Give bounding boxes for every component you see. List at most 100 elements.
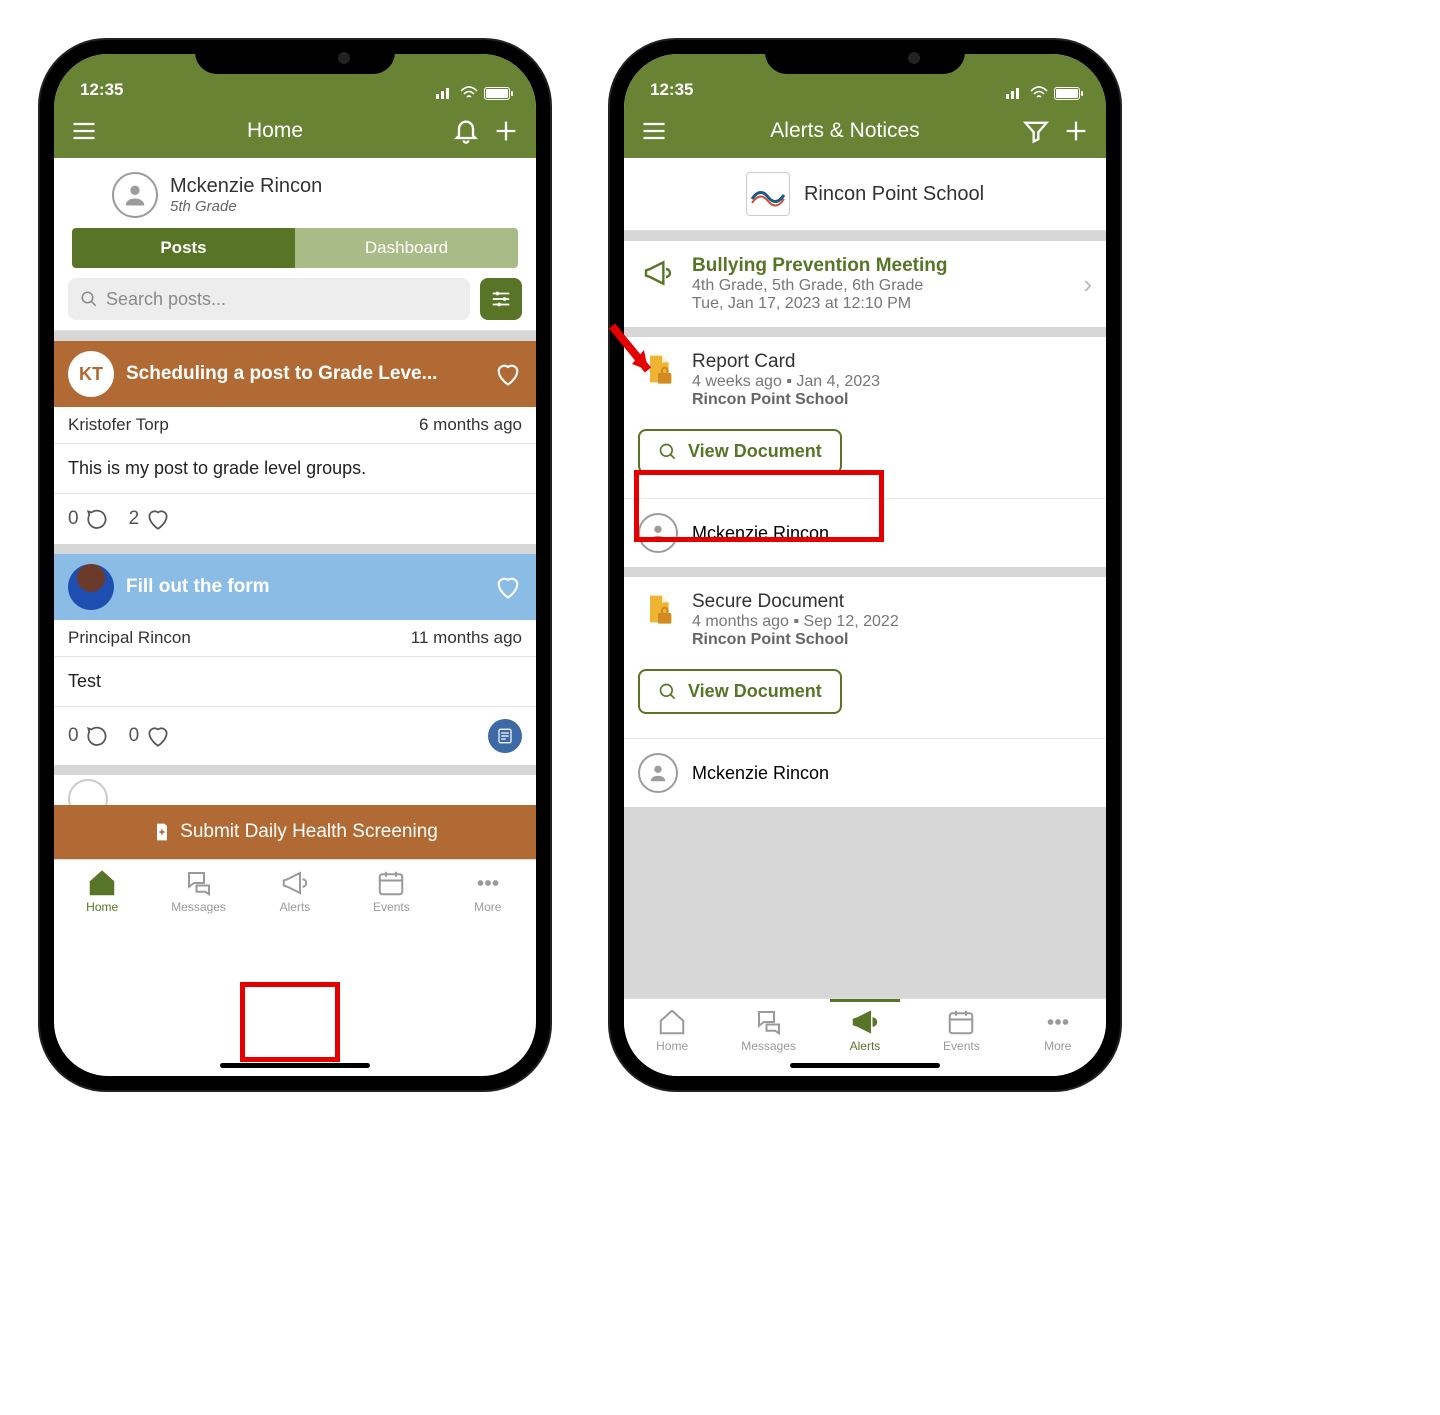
nav-events[interactable]: Events — [926, 1007, 996, 1053]
sliders-icon — [490, 288, 512, 310]
student-name: Mckenzie Rincon — [170, 175, 322, 198]
search-icon — [658, 682, 678, 702]
post-title: Scheduling a post to Grade Leve... — [126, 363, 482, 385]
student-row[interactable]: Mckenzie Rincon — [624, 738, 1106, 807]
school-name: Rincon Point School — [804, 183, 984, 206]
nav-messages[interactable]: Messages — [164, 868, 234, 914]
search-icon — [80, 290, 98, 308]
status-time: 12:35 — [80, 80, 123, 100]
heart-icon[interactable] — [494, 360, 522, 388]
secure-document-icon — [638, 591, 678, 625]
chevron-right-icon: › — [1083, 269, 1092, 300]
home-icon — [657, 1007, 687, 1037]
avatar-icon — [638, 753, 678, 793]
post-body: This is my post to grade level groups. — [54, 444, 536, 494]
school-header: Rincon Point School — [624, 158, 1106, 231]
nav-label: Alerts — [850, 1039, 881, 1053]
more-icon — [473, 868, 503, 898]
app-bar: Alerts & Notices — [624, 104, 1106, 158]
phone-alerts: 12:35 Alerts & Notices Rincon Point Scho… — [610, 40, 1120, 1090]
alert-title: Report Card — [692, 351, 1092, 373]
post-header[interactable]: Fill out the form — [54, 554, 536, 620]
post-age: 11 months ago — [411, 628, 522, 648]
alert-title: Secure Document — [692, 591, 1092, 613]
home-icon — [87, 868, 117, 898]
tab-posts[interactable]: Posts — [72, 228, 295, 268]
nav-more[interactable]: More — [453, 868, 523, 914]
post-body: Test — [54, 657, 536, 707]
comment-count: 0 — [68, 725, 79, 747]
messages-icon — [754, 1007, 784, 1037]
wifi-icon — [1030, 86, 1048, 100]
nav-label: More — [474, 900, 501, 914]
comment-icon[interactable] — [85, 723, 111, 749]
page-title: Alerts & Notices — [680, 119, 1010, 143]
heart-outline-icon[interactable] — [145, 723, 171, 749]
nav-more[interactable]: More — [1023, 1007, 1093, 1053]
school-logo — [746, 172, 790, 216]
battery-icon — [484, 87, 510, 100]
bell-icon[interactable] — [452, 117, 480, 145]
view-document-button[interactable]: View Document — [638, 669, 842, 714]
alert-meeting[interactable]: Bullying Prevention Meeting 4th Grade, 5… — [624, 241, 1106, 327]
alert-grades: 4th Grade, 5th Grade, 6th Grade — [692, 277, 1069, 295]
more-icon — [1043, 1007, 1073, 1037]
nav-home[interactable]: Home — [67, 868, 137, 914]
alert-date: 4 weeks ago ▪ Jan 4, 2023 — [692, 373, 1092, 391]
search-input[interactable]: Search posts... — [68, 278, 470, 320]
megaphone-icon — [850, 1007, 880, 1037]
button-label: View Document — [688, 441, 822, 462]
post-header[interactable]: KT Scheduling a post to Grade Leve... — [54, 341, 536, 407]
phone-home: 12:35 Home Mckenzie Rincon 5th Grade — [40, 40, 550, 1090]
nav-events[interactable]: Events — [356, 868, 426, 914]
form-icon[interactable] — [488, 719, 522, 753]
alert-report-card[interactable]: Report Card 4 weeks ago ▪ Jan 4, 2023 Ri… — [624, 337, 1106, 423]
alert-date: Tue, Jan 17, 2023 at 12:10 PM — [692, 295, 1069, 313]
menu-icon[interactable] — [640, 117, 668, 145]
nav-label: Alerts — [280, 900, 311, 914]
app-bar: Home — [54, 104, 536, 158]
nav-label: Home — [86, 900, 118, 914]
alert-title: Bullying Prevention Meeting — [692, 255, 1069, 277]
nav-label: Home — [656, 1039, 688, 1053]
comment-count: 0 — [68, 508, 79, 530]
nav-alerts[interactable]: Alerts — [260, 868, 330, 914]
heart-outline-icon[interactable] — [145, 506, 171, 532]
comment-icon[interactable] — [85, 506, 111, 532]
megaphone-icon — [280, 868, 310, 898]
view-document-button[interactable]: View Document — [638, 429, 842, 474]
tab-dashboard[interactable]: Dashboard — [295, 228, 518, 268]
student-grade: 5th Grade — [170, 198, 322, 215]
signal-icon — [436, 87, 454, 99]
filter-icon[interactable] — [1022, 117, 1050, 145]
menu-icon[interactable] — [70, 117, 98, 145]
nav-label: Events — [373, 900, 410, 914]
alert-date: 4 months ago ▪ Sep 12, 2022 — [692, 613, 1092, 631]
nav-label: More — [1044, 1039, 1071, 1053]
student-row[interactable]: Mckenzie Rincon — [624, 498, 1106, 567]
nav-messages[interactable]: Messages — [734, 1007, 804, 1053]
nav-home[interactable]: Home — [637, 1007, 707, 1053]
battery-icon — [1054, 87, 1080, 100]
calendar-icon — [946, 1007, 976, 1037]
plus-icon[interactable] — [1062, 117, 1090, 145]
peek-row — [54, 775, 536, 805]
heart-icon[interactable] — [494, 573, 522, 601]
messages-icon — [184, 868, 214, 898]
nav-alerts[interactable]: Alerts — [830, 999, 900, 1053]
document-plus-icon — [152, 822, 172, 842]
search-placeholder: Search posts... — [106, 289, 226, 310]
phone-notch — [195, 40, 395, 74]
status-time: 12:35 — [650, 80, 693, 100]
health-screening-banner[interactable]: Submit Daily Health Screening — [54, 805, 536, 859]
alert-secure-doc[interactable]: Secure Document 4 months ago ▪ Sep 12, 2… — [624, 577, 1106, 663]
nav-label: Messages — [171, 900, 226, 914]
student-name: Mckenzie Rincon — [692, 763, 829, 784]
avatar-icon[interactable] — [112, 172, 158, 218]
avatar-icon — [638, 513, 678, 553]
segment-control: Posts Dashboard — [72, 228, 518, 268]
author-initials: KT — [68, 351, 114, 397]
like-count: 0 — [129, 725, 140, 747]
plus-icon[interactable] — [492, 117, 520, 145]
filter-button[interactable] — [480, 278, 522, 320]
